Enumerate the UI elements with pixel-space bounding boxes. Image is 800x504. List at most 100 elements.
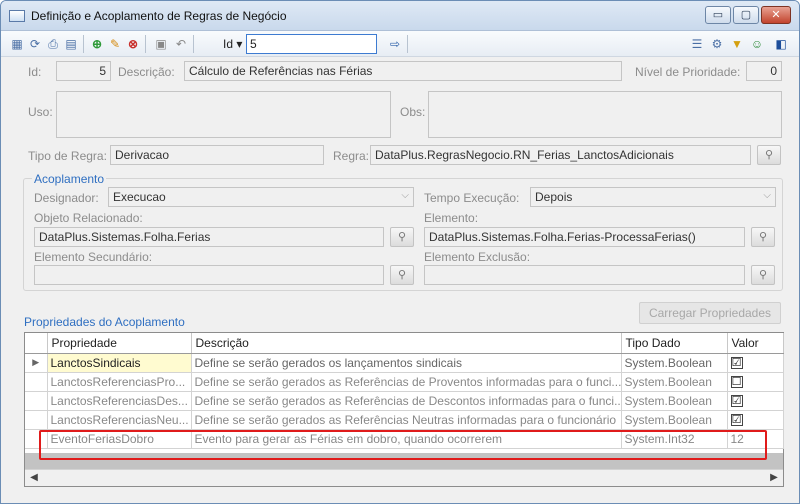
user-icon[interactable]: ☺	[749, 36, 765, 52]
add-icon[interactable]: ⊕	[89, 36, 105, 52]
elemento-exclusao-lookup-button[interactable]: ⚲	[751, 265, 775, 285]
valor-checkbox[interactable]: ☐	[730, 376, 743, 389]
table-row[interactable]: ▶ LanctosSindicais Define se serão gerad…	[25, 353, 784, 373]
objeto-relacionado-label: Objeto Relacionado:	[34, 211, 143, 225]
minimize-button[interactable]: ▭	[705, 6, 731, 24]
obs-field[interactable]	[428, 91, 782, 138]
tipo-dado-cell[interactable]: System.Boolean	[621, 410, 728, 430]
tempo-execucao-select[interactable]: Depois ⌵	[530, 187, 776, 207]
valor-cell[interactable]: ☑	[727, 353, 784, 373]
grid-icon[interactable]: ▦	[9, 36, 25, 52]
id-search-input[interactable]: 5	[246, 34, 377, 54]
edit-icon[interactable]: ✎	[107, 36, 123, 52]
prioridade-field[interactable]: 0	[746, 61, 782, 81]
carregar-propriedades-button[interactable]: Carregar Propriedades	[639, 302, 781, 324]
scroll-left-icon[interactable]: ◀	[27, 471, 41, 485]
descricao-label: Descrição:	[118, 65, 175, 79]
descricao-cell[interactable]: Define se serão gerados os lançamentos s…	[191, 353, 622, 373]
row-header-column	[25, 333, 48, 354]
valor-cell[interactable]: ☐	[727, 372, 784, 392]
designador-value: Execucao	[113, 190, 166, 204]
prioridade-label: Nível de Prioridade:	[635, 65, 741, 79]
propriedade-cell[interactable]: LanctosSindicais	[47, 353, 192, 373]
column-header-descricao[interactable]: Descrição	[191, 333, 622, 354]
descricao-field[interactable]: Cálculo de Referências nas Férias	[184, 61, 622, 81]
maximize-button[interactable]: ▢	[733, 6, 759, 24]
tipo-regra-label: Tipo de Regra:	[28, 149, 107, 163]
regra-lookup-button[interactable]: ⚲	[757, 145, 781, 165]
acoplamento-title: Acoplamento	[32, 172, 107, 186]
elemento-field[interactable]: DataPlus.Sistemas.Folha.Ferias-ProcessaF…	[424, 227, 745, 247]
main-window: Definição e Acoplamento de Regras de Neg…	[0, 0, 800, 504]
undo-icon[interactable]: ↶	[173, 36, 189, 52]
designador-label: Designador:	[34, 191, 99, 205]
settings-icon[interactable]: ⚙	[709, 36, 725, 52]
exit-icon[interactable]: ◧	[773, 36, 789, 52]
regra-label: Regra:	[333, 149, 370, 163]
chevron-down-icon: ⌵	[763, 190, 771, 201]
delete-icon[interactable]: ⊗	[125, 36, 141, 52]
elemento-secundario-label: Elemento Secundário:	[34, 250, 153, 264]
filter-icon[interactable]: ▼	[729, 36, 745, 52]
elemento-exclusao-field[interactable]	[424, 265, 745, 285]
propriedade-cell[interactable]: LanctosReferenciasPro...	[47, 372, 192, 392]
elemento-lookup-button[interactable]: ⚲	[751, 227, 775, 247]
column-header-propriedade[interactable]: Propriedade	[47, 333, 192, 354]
id-search-label[interactable]: Id ▾	[223, 37, 242, 51]
regra-field[interactable]: DataPlus.RegrasNegocio.RN_Ferias_Lanctos…	[370, 145, 751, 165]
toolbar-separator	[145, 35, 146, 53]
elemento-label: Elemento:	[424, 211, 479, 225]
save-icon[interactable]: ▣	[153, 36, 169, 52]
column-header-valor[interactable]: Valor	[727, 333, 784, 354]
elemento-secundario-field[interactable]	[34, 265, 384, 285]
close-button[interactable]: ✕	[761, 6, 791, 24]
descricao-cell[interactable]: Define se serão gerados as Referências d…	[191, 372, 622, 392]
propriedade-cell[interactable]: LanctosReferenciasDes...	[47, 391, 192, 411]
table-icon[interactable]: ▤	[63, 36, 79, 52]
toolbar-separator	[193, 35, 194, 53]
objeto-relacionado-field[interactable]: DataPlus.Sistemas.Folha.Ferias	[34, 227, 384, 247]
descricao-cell[interactable]: Define se serão gerados as Referências d…	[191, 391, 622, 411]
refresh-icon[interactable]: ⟳	[27, 36, 43, 52]
valor-checkbox[interactable]: ☑	[730, 414, 743, 427]
row-header-cell	[25, 391, 48, 411]
highlight-annotation	[39, 430, 767, 460]
toolbar-separator	[407, 35, 408, 53]
tipo-dado-cell[interactable]: System.Boolean	[621, 391, 728, 411]
tipo-regra-field[interactable]: Derivacao	[110, 145, 324, 165]
column-header-tipo-dado[interactable]: Tipo Dado	[621, 333, 728, 354]
propriedades-title: Propriedades do Acoplamento	[24, 315, 185, 329]
horizontal-scrollbar[interactable]: ◀ ▶	[25, 469, 783, 486]
propriedades-grid: Propriedade Descrição Tipo Dado Valor ▶ …	[24, 332, 784, 487]
designador-select[interactable]: Execucao ⌵	[108, 187, 414, 207]
table-row[interactable]: LanctosReferenciasNeu... Define se serão…	[25, 410, 784, 430]
elemento-secundario-lookup-button[interactable]: ⚲	[390, 265, 414, 285]
tempo-execucao-label: Tempo Execução:	[424, 191, 520, 205]
go-search-icon[interactable]: ⇨	[387, 36, 403, 52]
list-icon[interactable]: ☰	[689, 36, 705, 52]
tipo-dado-cell[interactable]: System.Boolean	[621, 372, 728, 392]
descricao-cell[interactable]: Define se serão gerados as Referências N…	[191, 410, 622, 430]
id-label: Id:	[28, 65, 42, 79]
window-title: Definição e Acoplamento de Regras de Neg…	[31, 9, 287, 23]
chevron-down-icon: ⌵	[401, 190, 409, 201]
propriedade-cell[interactable]: LanctosReferenciasNeu...	[47, 410, 192, 430]
table-row[interactable]: LanctosReferenciasDes... Define se serão…	[25, 391, 784, 411]
valor-checkbox[interactable]: ☑	[730, 357, 743, 370]
current-row-indicator-icon: ▶	[25, 353, 48, 373]
objeto-lookup-button[interactable]: ⚲	[390, 227, 414, 247]
id-field[interactable]: 5	[56, 61, 111, 81]
toolbar-separator	[83, 35, 84, 53]
tipo-dado-cell[interactable]: System.Boolean	[621, 353, 728, 373]
tempo-execucao-value: Depois	[535, 190, 573, 204]
uso-field[interactable]	[56, 91, 391, 138]
table-row[interactable]: LanctosReferenciasPro... Define se serão…	[25, 372, 784, 392]
print-icon[interactable]: ⎙	[45, 36, 61, 52]
toolbar: ▦ ⟳ ⎙ ▤ ⊕ ✎ ⊗ ▣ ↶ Id ▾ 5 ⇨ ☰ ⚙ ▼ ☺ ◧	[1, 31, 799, 57]
scroll-right-icon[interactable]: ▶	[767, 471, 781, 485]
valor-checkbox[interactable]: ☑	[730, 395, 743, 408]
valor-cell[interactable]: ☑	[727, 410, 784, 430]
obs-label: Obs:	[400, 105, 426, 119]
valor-cell[interactable]: ☑	[727, 391, 784, 411]
app-window-icon	[9, 10, 25, 22]
